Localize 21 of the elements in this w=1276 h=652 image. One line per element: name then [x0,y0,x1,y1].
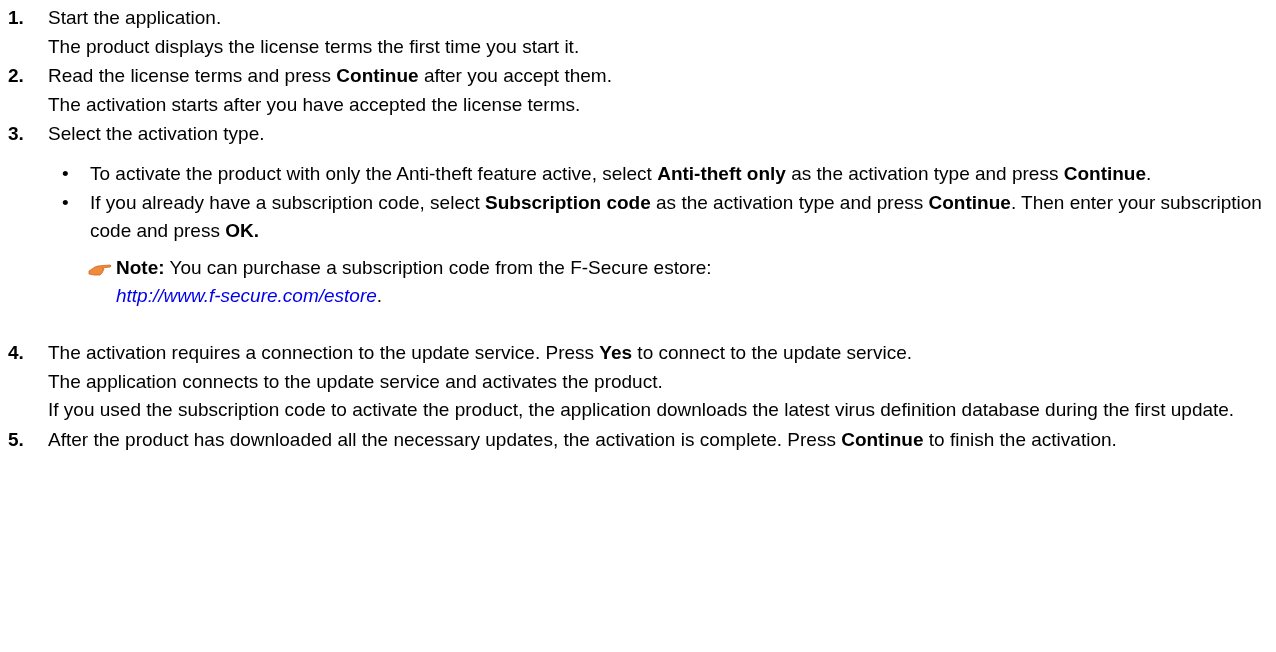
step-text: The activation requires a connection to the update service. Press Yes to connect to the update service. [48,340,913,365]
note-text: Note: You can purchase a subscription code from the F-Secure estore: http://www.f-secure.com/estore. [116,255,712,309]
bullet-text: If you already have a subscription code, select Subscription code as the activation type and press Continue. Then enter your subscription code and press OK. [90,190,1263,244]
step-number: 4. [8,340,25,365]
step-text: The product displays the license terms the first time you start it. [48,34,581,59]
step-text: The application connects to the update service and activates the product. [48,369,664,394]
step-number: 2. [8,64,25,89]
step-text: Select the activation type. [48,122,266,147]
step-text: Read the license terms and press Continue after you accept them. [48,64,613,89]
bullet-mark: • [61,190,70,215]
step-text: The activation starts after you have accepted the license terms. [48,92,582,117]
bullet-mark: • [61,161,70,186]
step-text: If you used the subscription code to activate the product, the application downloads the latest virus definition database during the first update. [48,398,1236,423]
link[interactable]: http://www.f-secure.com/estore [116,285,377,307]
step-text: After the product has downloaded all the necessary updates, the activation is complete. Press Continue to finish the activation. [48,427,1118,452]
pointing-hand-icon [88,261,112,278]
step-number: 5. [8,427,25,452]
step-number: 3. [8,122,25,147]
step-number: 1. [8,6,25,30]
step-text: Start the application. [48,6,223,30]
bullet-text: To activate the product with only the Anti-theft feature active, select Anti-theft only as the activation type and press Continue. [90,161,1153,186]
